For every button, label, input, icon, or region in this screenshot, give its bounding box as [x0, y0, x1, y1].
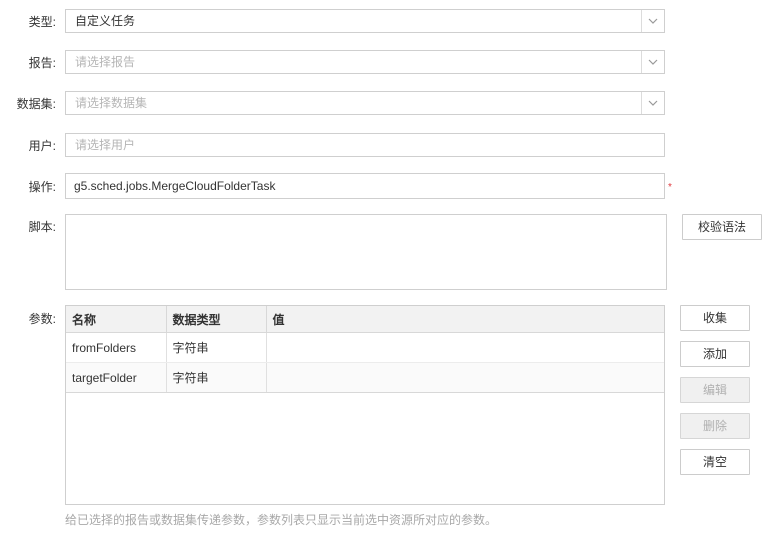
dataset-placeholder: 请选择数据集: [75, 96, 148, 110]
chevron-down-icon[interactable]: [641, 92, 664, 114]
param-value-cell[interactable]: [266, 362, 664, 393]
dataset-select[interactable]: 请选择数据集: [65, 91, 665, 115]
user-label: 用户:: [28, 139, 56, 153]
column-header-value[interactable]: 值: [266, 306, 664, 333]
user-input[interactable]: 请选择用户: [65, 133, 665, 157]
required-mark: *: [668, 182, 672, 193]
validate-syntax-button[interactable]: 校验语法: [682, 214, 762, 240]
params-table: 名称 数据类型 值 fromFolders 字符串 targetFolder 字…: [65, 305, 665, 505]
column-header-type[interactable]: 数据类型: [166, 306, 267, 333]
report-label: 报告:: [28, 56, 56, 70]
report-select[interactable]: 请选择报告: [65, 50, 665, 74]
action-label: 操作:: [28, 180, 56, 194]
report-placeholder: 请选择报告: [75, 55, 136, 69]
edit-button[interactable]: 编辑: [680, 377, 750, 403]
collect-button[interactable]: 收集: [680, 305, 750, 331]
column-header-name[interactable]: 名称: [66, 306, 167, 333]
chevron-down-icon[interactable]: [641, 51, 664, 73]
table-row[interactable]: targetFolder 字符串: [66, 362, 664, 393]
type-value: 自定义任务: [75, 14, 136, 28]
param-name-cell[interactable]: fromFolders: [66, 332, 167, 363]
table-header-row: 名称 数据类型 值: [66, 306, 664, 333]
script-label: 脚本:: [28, 220, 56, 234]
type-select[interactable]: 自定义任务: [65, 9, 665, 33]
action-value: g5.sched.jobs.MergeCloudFolderTask: [74, 179, 276, 193]
table-row[interactable]: fromFolders 字符串: [66, 332, 664, 363]
param-value-cell[interactable]: [266, 332, 664, 363]
params-label: 参数:: [28, 312, 56, 326]
type-label: 类型:: [28, 15, 56, 29]
user-placeholder: 请选择用户: [75, 138, 136, 152]
param-type-cell[interactable]: 字符串: [166, 362, 267, 393]
add-button[interactable]: 添加: [680, 341, 750, 367]
chevron-down-icon[interactable]: [641, 10, 664, 32]
action-input[interactable]: g5.sched.jobs.MergeCloudFolderTask: [65, 173, 665, 199]
param-name-cell[interactable]: targetFolder: [66, 362, 167, 393]
clear-button[interactable]: 清空: [680, 449, 750, 475]
dataset-label: 数据集:: [16, 97, 56, 111]
script-textarea[interactable]: [65, 214, 667, 290]
delete-button[interactable]: 删除: [680, 413, 750, 439]
params-hint: 给已选择的报告或数据集传递参数，参数列表只显示当前选中资源所对应的参数。: [65, 513, 498, 527]
param-type-cell[interactable]: 字符串: [166, 332, 267, 363]
